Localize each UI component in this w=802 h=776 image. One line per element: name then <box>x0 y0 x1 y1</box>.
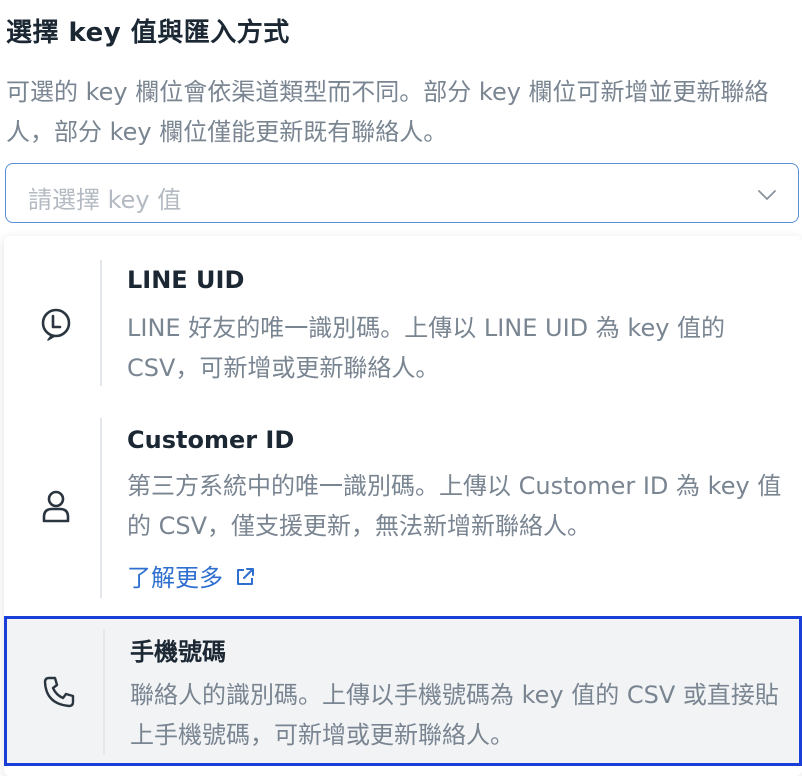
phone-icon <box>43 676 75 708</box>
option-title: LINE UID <box>127 266 245 294</box>
option-description: 第三方系統中的唯一識別碼。上傳以 Customer ID 為 key 值的 CS… <box>127 472 782 540</box>
learn-more-link[interactable]: 了解更多 <box>127 558 255 593</box>
page-description: 可選的 key 欄位會依渠道類型而不同。部分 key 欄位可新增並更新聯絡人，部… <box>6 78 769 146</box>
key-options-dropdown: LINE UID LINE 好友的唯一識別碼。上傳以 LINE UID 為 ke… <box>4 236 802 776</box>
option-title: 手機號碼 <box>130 638 226 666</box>
user-icon <box>42 490 70 523</box>
key-select-placeholder: 請選擇 key 值 <box>28 186 182 214</box>
option-line-uid[interactable]: LINE UID LINE 好友的唯一識別碼。上傳以 LINE UID 為 ke… <box>4 236 802 396</box>
learn-more-label: 了解更多 <box>127 564 223 592</box>
option-phone-number[interactable]: 手機號碼 聯絡人的識別碼。上傳以手機號碼為 key 值的 CSV 或直接貼上手機… <box>4 616 802 766</box>
option-description: LINE 好友的唯一識別碼。上傳以 LINE UID 為 key 值的 CSV，… <box>127 314 726 382</box>
option-description: 聯絡人的識別碼。上傳以手機號碼為 key 值的 CSV 或直接貼上手機號碼，可新… <box>130 681 779 749</box>
page-title: 選擇 key 值與匯入方式 <box>6 18 290 48</box>
option-title: Customer ID <box>127 426 295 454</box>
key-select[interactable]: 請選擇 key 值 <box>5 163 799 223</box>
line-icon <box>41 308 71 341</box>
external-link-icon <box>237 568 254 585</box>
option-customer-id[interactable]: Customer ID 第三方系統中的唯一識別碼。上傳以 Customer ID… <box>4 396 802 612</box>
chevron-down-icon <box>758 190 776 200</box>
